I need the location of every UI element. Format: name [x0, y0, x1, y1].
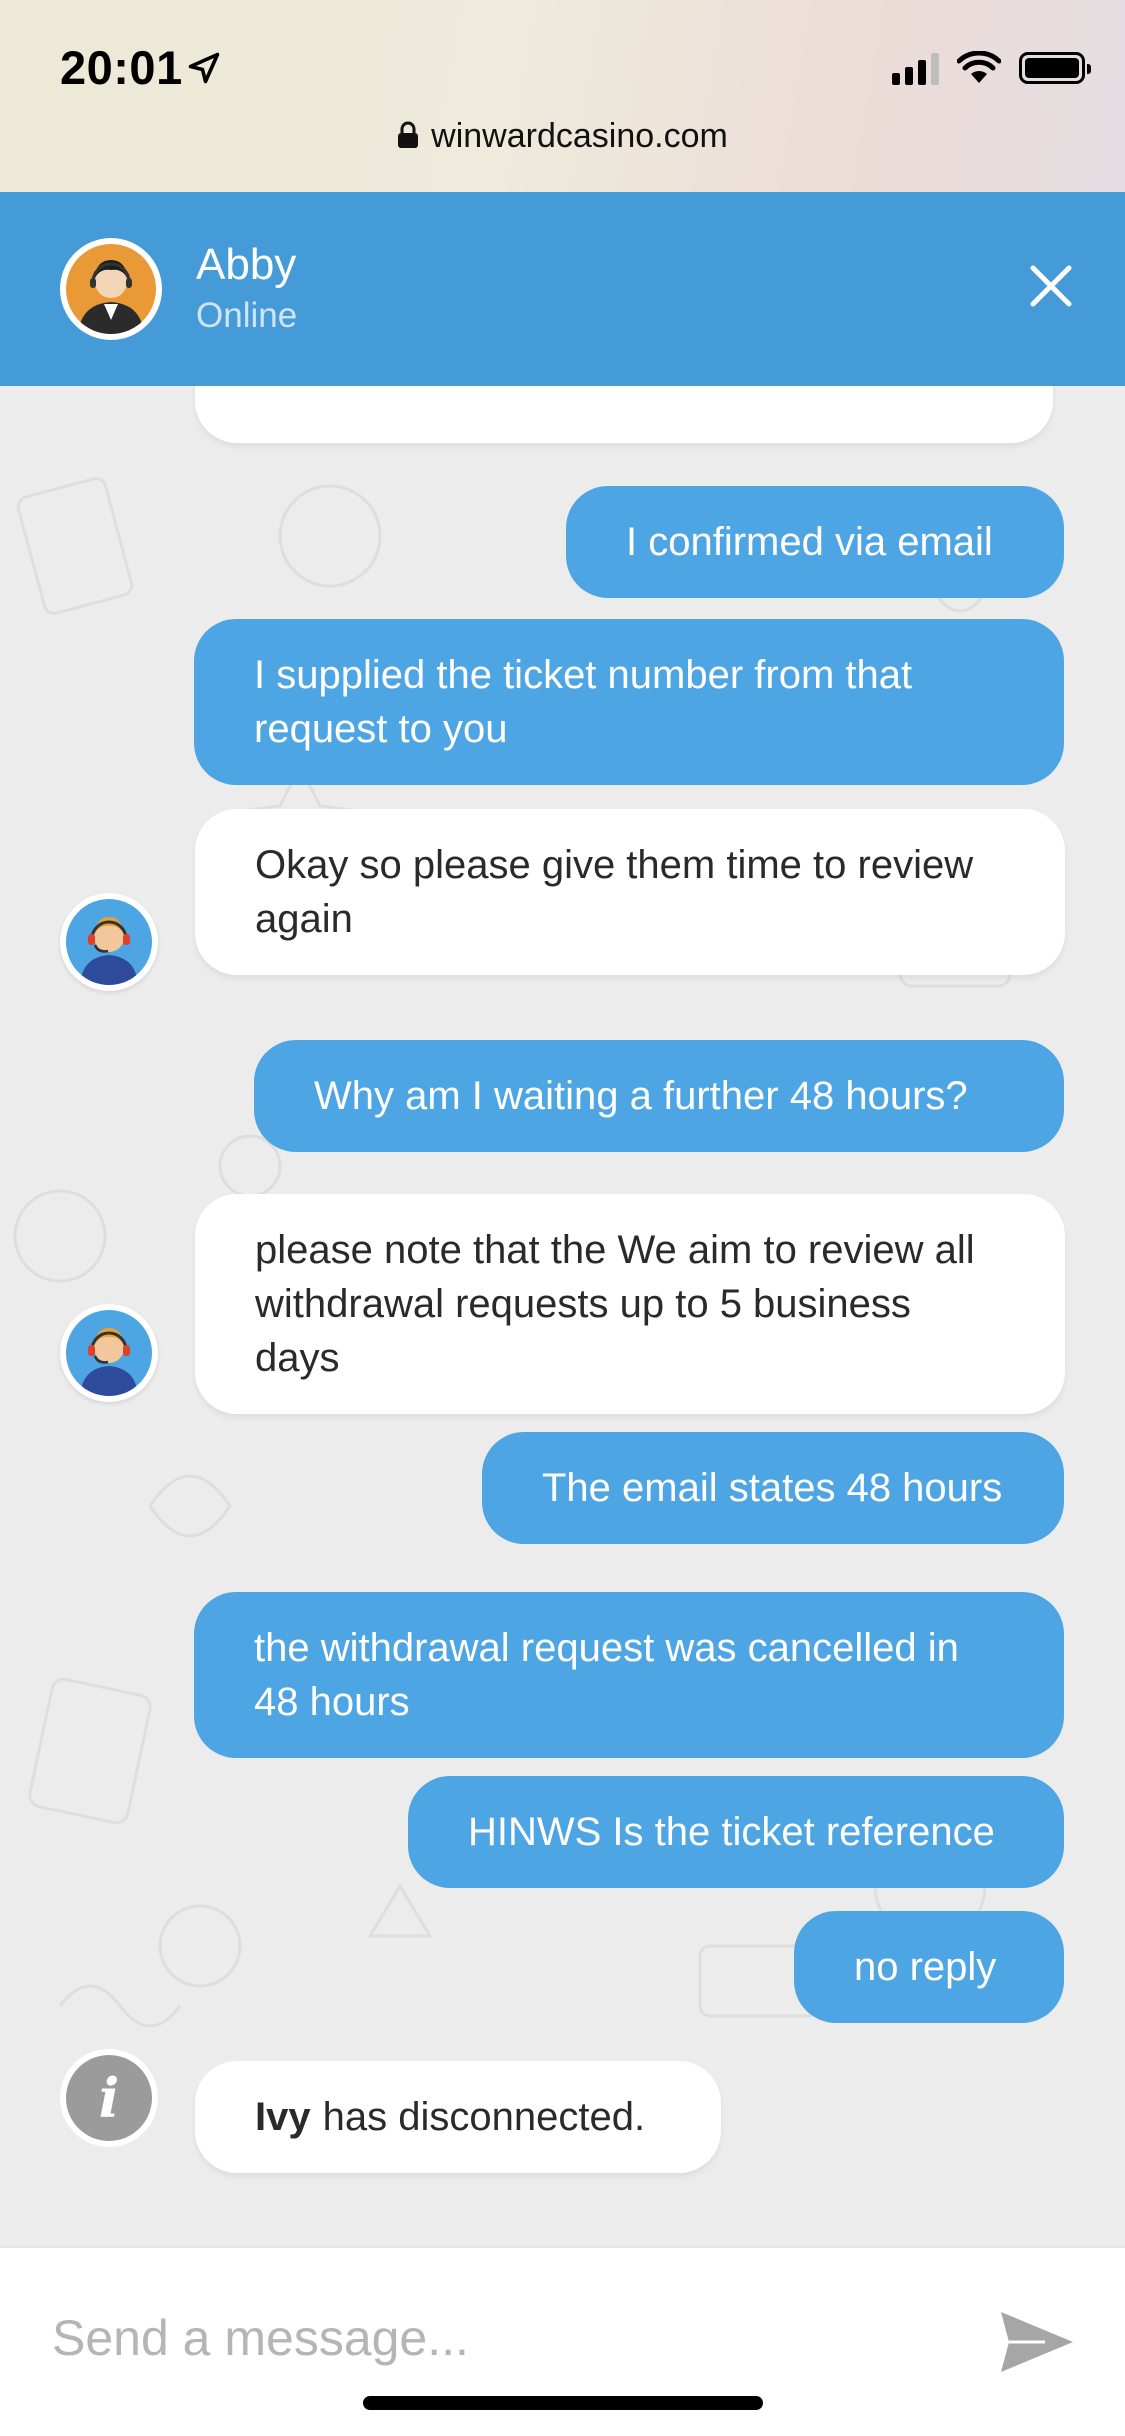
system-icons [892, 48, 1091, 88]
message-line: I confirmed via email [626, 520, 993, 564]
url-text: winwardcasino.com [431, 117, 728, 155]
info-glyph: i [66, 2055, 152, 2141]
user-message-bubble: HINWS Is the ticket reference [408, 1776, 1064, 1888]
status-bar: 20:01 winwardcasino.com [0, 0, 1125, 192]
message-text: I confirmed via email [626, 515, 993, 569]
message-input[interactable] [52, 2298, 952, 2378]
lock-icon [398, 121, 419, 148]
message-line: days [255, 1336, 340, 1380]
message-text: I supplied the ticket number from that re… [254, 648, 912, 756]
message-line: no reply [854, 1945, 997, 1989]
system-message-bubble: Ivy has disconnected. [195, 2061, 721, 2173]
agent-small-avatar [60, 893, 158, 991]
message-text: Okay so please give them time to review a… [255, 838, 973, 946]
message-line: Okay so please give them time to review [255, 843, 974, 887]
message-line: I supplied the ticket number from that [254, 653, 913, 697]
chat-header: Abby Online [0, 192, 1125, 386]
message-line: The email states 48 hours [542, 1466, 1003, 1510]
user-message-bubble: I confirmed via email [566, 486, 1064, 598]
signal-icon [892, 51, 939, 85]
support-agent-icon [80, 1328, 138, 1396]
home-indicator [363, 2396, 763, 2410]
agent-small-avatar [60, 1304, 158, 1402]
agent-headset-icon [78, 260, 144, 334]
battery-icon [1019, 52, 1091, 84]
address-bar[interactable]: winwardcasino.com [0, 117, 1125, 156]
message-text: HINWS Is the ticket reference [468, 1805, 995, 1859]
agent-message-bubble: please note that the We aim to review al… [195, 1194, 1065, 1414]
message-line: withdrawal requests up to 5 business [255, 1282, 911, 1326]
wifi-icon [957, 51, 1001, 83]
message-text: the withdrawal request was cancelled in 4… [254, 1621, 959, 1729]
agent-avatar [60, 238, 162, 340]
message-line: please note that the We aim to review al… [255, 1228, 975, 1272]
message-line: the withdrawal request was cancelled in [254, 1626, 959, 1670]
message-line: Why am I waiting a further 48 hours? [314, 1074, 968, 1118]
agent-message-bubble: information [195, 386, 1053, 443]
message-text: no reply [854, 1940, 996, 1994]
agent-status: Online [196, 296, 298, 335]
user-message-bubble: I supplied the ticket number from that re… [194, 619, 1064, 785]
user-message-bubble: The email states 48 hours [482, 1432, 1064, 1544]
clock: 20:01 [60, 41, 183, 94]
user-message-bubble: Why am I waiting a further 48 hours? [254, 1040, 1064, 1152]
close-button[interactable] [1015, 250, 1087, 322]
support-agent-icon [80, 917, 138, 985]
message-list[interactable]: information I confirmed via email I suppli… [0, 386, 1125, 2246]
message-line: again [255, 897, 353, 941]
close-icon [1030, 265, 1072, 307]
message-line: 48 hours [254, 1680, 410, 1724]
info-icon: i [60, 2049, 158, 2147]
user-message-bubble: no reply [794, 1911, 1064, 2023]
user-message-bubble: the withdrawal request was cancelled in 4… [194, 1592, 1064, 1758]
agent-name: Abby [196, 240, 297, 289]
agent-message-bubble: Okay so please give them time to review a… [195, 809, 1065, 975]
message-text: The email states 48 hours [542, 1461, 1002, 1515]
message-text: Why am I waiting a further 48 hours? [314, 1069, 968, 1123]
system-message-text: has disconnected. [322, 2095, 646, 2139]
message-line: HINWS Is the ticket reference [468, 1810, 995, 1854]
location-arrow-icon [188, 52, 220, 84]
disconnected-agent-name: Ivy [255, 2095, 311, 2139]
message-line: request to you [254, 707, 508, 751]
send-icon[interactable] [997, 2306, 1077, 2378]
message-text: please note that the We aim to review al… [255, 1223, 975, 1385]
